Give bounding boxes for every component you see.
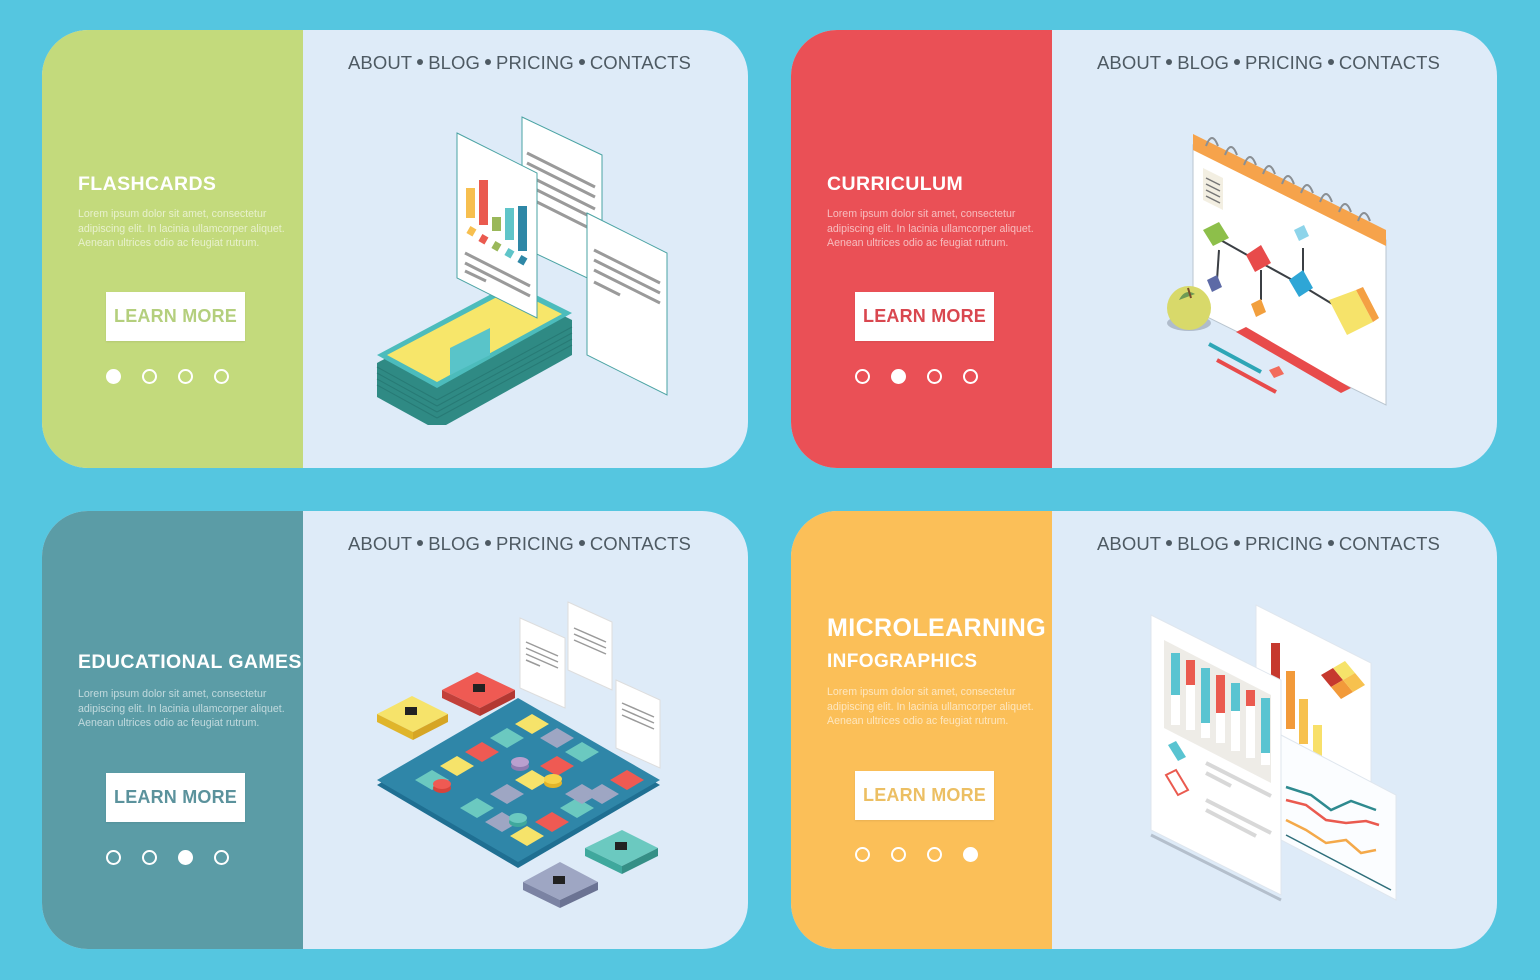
slide-indicator xyxy=(106,850,229,865)
top-nav: ABOUT BLOG PRICING CONTACTS xyxy=(1097,52,1440,74)
learn-more-button[interactable]: LEARN MORE xyxy=(855,292,994,341)
slide-dot-2[interactable] xyxy=(142,369,157,384)
nav-pricing[interactable]: PRICING xyxy=(1245,52,1323,73)
slide-dot-3[interactable] xyxy=(178,369,193,384)
card-title: EDUCATIONAL GAMES xyxy=(78,651,302,673)
card-title: MICROLEARNING xyxy=(827,614,1047,642)
top-nav: ABOUT BLOG PRICING CONTACTS xyxy=(348,533,691,555)
nav-separator xyxy=(485,540,492,547)
slide-dot-1[interactable] xyxy=(106,850,121,865)
microlearning-sidebar: MICROLEARNING INFOGRAPHICS Lorem ipsum d… xyxy=(791,511,1052,949)
slide-dot-4[interactable] xyxy=(214,369,229,384)
nav-blog[interactable]: BLOG xyxy=(428,533,480,554)
slide-dot-2[interactable] xyxy=(891,847,906,862)
slide-dot-4[interactable] xyxy=(214,850,229,865)
nav-separator xyxy=(485,59,492,66)
nav-blog[interactable]: BLOG xyxy=(1177,533,1229,554)
slide-dot-1[interactable] xyxy=(855,369,870,384)
nav-separator xyxy=(417,540,424,547)
nav-separator xyxy=(417,59,424,66)
nav-contacts[interactable]: CONTACTS xyxy=(590,52,691,73)
nav-separator xyxy=(1327,59,1334,66)
nav-pricing[interactable]: PRICING xyxy=(496,533,574,554)
flashcards-illustration xyxy=(376,116,668,425)
card-description: Lorem ipsum dolor sit amet, consectetur … xyxy=(78,208,285,249)
nav-separator xyxy=(1234,540,1241,547)
nav-separator xyxy=(1166,540,1173,547)
slide-dot-1[interactable] xyxy=(106,369,121,384)
curriculum-sidebar: CURRICULUM Lorem ipsum dolor sit amet, c… xyxy=(791,30,1052,468)
nav-about[interactable]: ABOUT xyxy=(348,52,412,73)
slide-dot-3[interactable] xyxy=(927,847,942,862)
top-nav: ABOUT BLOG PRICING CONTACTS xyxy=(1097,533,1440,555)
slide-dot-2[interactable] xyxy=(891,369,906,384)
card-title: FLASHCARDS xyxy=(78,173,217,195)
flashcards-card: FLASHCARDS Lorem ipsum dolor sit amet, c… xyxy=(42,30,748,468)
slide-indicator xyxy=(106,369,229,384)
infographics-illustration xyxy=(1150,604,1397,902)
nav-pricing[interactable]: PRICING xyxy=(496,52,574,73)
slide-dot-4[interactable] xyxy=(963,847,978,862)
nav-separator xyxy=(1166,59,1173,66)
learn-more-button[interactable]: LEARN MORE xyxy=(855,771,994,820)
slide-dot-1[interactable] xyxy=(855,847,870,862)
slide-dot-3[interactable] xyxy=(927,369,942,384)
top-nav: ABOUT BLOG PRICING CONTACTS xyxy=(348,52,691,74)
flashcards-sidebar: FLASHCARDS Lorem ipsum dolor sit amet, c… xyxy=(42,30,303,468)
educational-games-card: EDUCATIONAL GAMES Lorem ipsum dolor sit … xyxy=(42,511,748,949)
nav-separator xyxy=(578,59,585,66)
card-description: Lorem ipsum dolor sit amet, consectetur … xyxy=(827,208,1034,249)
slide-indicator xyxy=(855,847,978,862)
nav-contacts[interactable]: CONTACTS xyxy=(1339,533,1440,554)
nav-blog[interactable]: BLOG xyxy=(1177,52,1229,73)
nav-separator xyxy=(578,540,585,547)
card-description: Lorem ipsum dolor sit amet, consectetur … xyxy=(827,686,1034,727)
learn-more-button[interactable]: LEARN MORE xyxy=(106,292,245,341)
nav-separator xyxy=(1234,59,1241,66)
curriculum-card: CURRICULUM Lorem ipsum dolor sit amet, c… xyxy=(791,30,1497,468)
curriculum-illustration xyxy=(1167,134,1387,406)
nav-about[interactable]: ABOUT xyxy=(348,533,412,554)
learn-more-button[interactable]: LEARN MORE xyxy=(106,773,245,822)
slide-indicator xyxy=(855,369,978,384)
nav-pricing[interactable]: PRICING xyxy=(1245,533,1323,554)
slide-dot-3[interactable] xyxy=(178,850,193,865)
nav-about[interactable]: ABOUT xyxy=(1097,52,1161,73)
nav-contacts[interactable]: CONTACTS xyxy=(1339,52,1440,73)
card-description: Lorem ipsum dolor sit amet, consectetur … xyxy=(78,688,285,729)
card-title: CURRICULUM xyxy=(827,173,964,195)
slide-dot-4[interactable] xyxy=(963,369,978,384)
nav-separator xyxy=(1327,540,1334,547)
microlearning-card: MICROLEARNING INFOGRAPHICS Lorem ipsum d… xyxy=(791,511,1497,949)
nav-blog[interactable]: BLOG xyxy=(428,52,480,73)
card-subtitle: INFOGRAPHICS xyxy=(827,651,978,672)
nav-contacts[interactable]: CONTACTS xyxy=(590,533,691,554)
board-game-illustration xyxy=(377,601,661,908)
nav-about[interactable]: ABOUT xyxy=(1097,533,1161,554)
educational-games-sidebar: EDUCATIONAL GAMES Lorem ipsum dolor sit … xyxy=(42,511,303,949)
slide-dot-2[interactable] xyxy=(142,850,157,865)
